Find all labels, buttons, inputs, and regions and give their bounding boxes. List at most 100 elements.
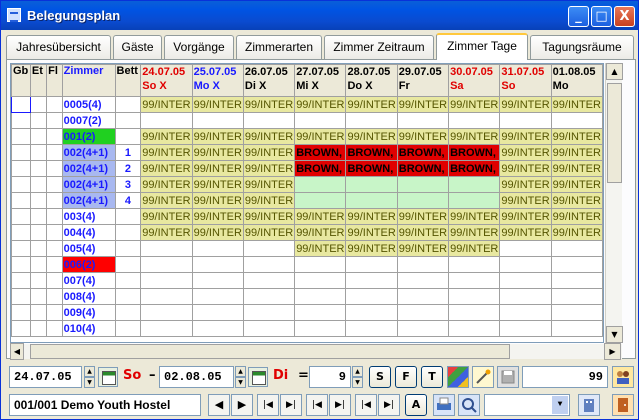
first-year-icon[interactable]: |◀ <box>355 394 377 416</box>
booking-cell[interactable] <box>499 112 552 129</box>
booking-cell[interactable]: 99/INTER <box>396 128 450 145</box>
booking-cell[interactable]: 99/INTER <box>242 224 296 241</box>
table-row[interactable]: 005(4) 99/INTER 99/INTER 99/INTER 99/INTER <box>11 240 603 257</box>
booking-cell[interactable] <box>499 240 552 257</box>
bed-cell[interactable] <box>114 256 142 273</box>
booking-cell[interactable]: 99/INTER <box>499 144 552 161</box>
fl-cell[interactable] <box>46 272 63 289</box>
booking-cell[interactable] <box>345 176 398 193</box>
fl-cell[interactable] <box>46 208 63 225</box>
booking-cell[interactable]: 99/INTER <box>396 224 450 241</box>
maximize-button[interactable]: □ <box>591 6 612 27</box>
scroll-left-arrow[interactable]: ◀ <box>10 343 24 360</box>
booking-cell[interactable]: 99/INTER <box>550 192 603 209</box>
booking-cell[interactable] <box>499 320 552 337</box>
booking-cell[interactable] <box>550 256 603 273</box>
booking-cell[interactable] <box>396 288 450 305</box>
booking-cell[interactable] <box>242 288 296 305</box>
room-cell[interactable]: 0005(4) <box>61 96 116 113</box>
booking-cell[interactable]: 99/INTER <box>448 208 501 225</box>
table-row[interactable]: 002(4+1) 3 99/INTER 99/INTER 99/INTER 99/INTE… <box>11 176 603 193</box>
booking-cell[interactable] <box>140 272 193 289</box>
room-cell[interactable]: 004(4) <box>61 224 116 241</box>
bed-cell[interactable]: 4 <box>114 192 142 209</box>
booking-cell[interactable] <box>294 304 347 321</box>
et-cell[interactable] <box>29 288 48 305</box>
first-page-icon[interactable]: |◀ <box>257 394 279 416</box>
et-cell[interactable] <box>29 240 48 257</box>
fl-cell[interactable] <box>46 256 63 273</box>
et-cell[interactable] <box>29 144 48 161</box>
gb-cell[interactable] <box>11 256 31 273</box>
et-cell[interactable] <box>29 128 48 145</box>
booking-cell[interactable]: 99/INTER <box>448 224 501 241</box>
booking-cell[interactable]: 99/INTER <box>242 176 296 193</box>
booking-cell[interactable]: 99/INTER <box>499 208 552 225</box>
booking-cell[interactable]: 99/INTER <box>499 192 552 209</box>
booking-cell[interactable]: BROWN, <box>345 144 398 161</box>
first-month-icon[interactable]: |◀ <box>306 394 328 416</box>
booking-cell[interactable]: 99/INTER <box>396 240 450 257</box>
booking-cell[interactable]: BROWN, <box>396 144 450 161</box>
booking-cell[interactable]: 99/INTER <box>294 96 347 113</box>
booking-cell[interactable] <box>242 240 296 257</box>
booking-cell[interactable] <box>345 288 398 305</box>
booking-cell[interactable] <box>140 240 193 257</box>
fl-cell[interactable] <box>46 96 63 113</box>
booking-cell[interactable]: 99/INTER <box>140 208 193 225</box>
room-cell[interactable]: 009(4) <box>61 304 116 321</box>
room-cell[interactable]: 007(4) <box>61 272 116 289</box>
booking-cell[interactable]: BROWN, <box>345 160 398 177</box>
booking-cell[interactable]: BROWN, <box>294 144 347 161</box>
table-row[interactable]: 002(4+1) 2 99/INTER 99/INTER 99/INTER BROWN, B… <box>11 160 603 177</box>
fl-cell[interactable] <box>46 288 63 305</box>
booking-cell[interactable] <box>499 304 552 321</box>
search-icon[interactable] <box>458 394 480 416</box>
save-disk-icon[interactable] <box>497 366 519 388</box>
booking-cell[interactable]: BROWN, <box>448 144 501 161</box>
start-date-field[interactable]: 24.07.05 <box>9 366 82 388</box>
table-row[interactable]: 001(2) 99/INTER 99/INTER 99/INTER 99/INTER 99… <box>11 128 603 145</box>
next-arrow-icon[interactable]: ▶ <box>231 394 253 416</box>
vertical-scroll-thumb[interactable] <box>607 83 622 183</box>
chevron-down-icon[interactable]: ▼ <box>552 396 568 414</box>
booking-cell[interactable] <box>140 256 193 273</box>
a-button[interactable]: A <box>405 394 427 416</box>
booking-cell[interactable] <box>294 320 347 337</box>
day-header[interactable]: 25.07.05 Mo X <box>191 64 244 97</box>
room-cell[interactable]: 008(4) <box>61 288 116 305</box>
room-cell[interactable]: 002(4+1) <box>61 176 116 193</box>
booking-cell[interactable]: 99/INTER <box>140 96 193 113</box>
booking-cell[interactable] <box>448 176 501 193</box>
day-header[interactable]: 01.08.05 Mo <box>550 64 603 97</box>
booking-cell[interactable] <box>448 272 501 289</box>
booking-cell[interactable]: 99/INTER <box>191 96 244 113</box>
value-field[interactable]: 99 <box>522 366 608 388</box>
booking-cell[interactable] <box>191 288 244 305</box>
booking-cell[interactable] <box>242 112 296 129</box>
booking-cell[interactable] <box>242 304 296 321</box>
bed-cell[interactable] <box>114 240 142 257</box>
gb-cell[interactable] <box>11 240 31 257</box>
et-cell[interactable] <box>29 256 48 273</box>
booking-cell[interactable] <box>396 176 450 193</box>
table-row[interactable]: 002(4+1) 4 99/INTER 99/INTER 99/INTER 99/INTE… <box>11 192 603 209</box>
booking-cell[interactable] <box>550 304 603 321</box>
booking-cell[interactable]: 99/INTER <box>191 144 244 161</box>
scroll-down-arrow[interactable]: ▼ <box>606 326 623 343</box>
booking-cell[interactable]: 99/INTER <box>242 208 296 225</box>
room-cell[interactable]: 002(4+1) <box>61 192 116 209</box>
s-button[interactable]: S <box>369 366 391 388</box>
people-icon[interactable] <box>612 366 634 388</box>
booking-cell[interactable]: 99/INTER <box>191 176 244 193</box>
table-row[interactable]: 007(4) <box>11 272 603 289</box>
tab-jahresuebersicht[interactable]: Jahresübersicht <box>6 35 111 59</box>
et-cell[interactable] <box>29 304 48 321</box>
booking-cell[interactable] <box>191 272 244 289</box>
table-row[interactable]: 002(4+1) 1 99/INTER 99/INTER 99/INTER BROWN, B… <box>11 144 603 161</box>
fl-cell[interactable] <box>46 112 63 129</box>
tab-zimmer-tage[interactable]: Zimmer Tage <box>436 33 528 60</box>
tab-zimmerarten[interactable]: Zimmerarten <box>236 35 322 59</box>
day-header[interactable]: 27.07.05 Mi X <box>294 64 347 97</box>
booking-cell[interactable] <box>448 192 501 209</box>
